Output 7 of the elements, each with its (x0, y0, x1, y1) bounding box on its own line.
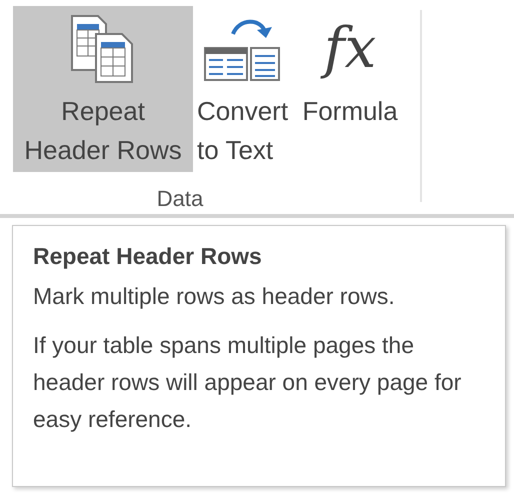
ribbon-button[interactable]: Repeat Header Rows (13, 6, 193, 172)
ribbon-button[interactable]: Convert to Text (195, 6, 291, 172)
tooltip-title: Repeat Header Rows (33, 242, 263, 271)
tooltip-text: If your table spans multiple pages the header rows will appear on every page for easy reference. (33, 331, 462, 434)
ribbon-button[interactable]: fx Formula (293, 6, 407, 172)
group-label: Data (156, 186, 204, 212)
tooltip-text: Mark multiple rows as header rows. (33, 282, 396, 311)
